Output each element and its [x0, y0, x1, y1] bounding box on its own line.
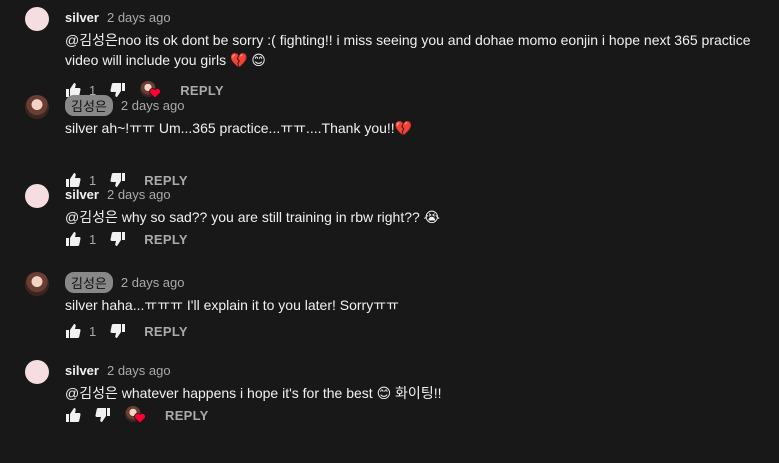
comment-header: 김성은 2 days ago — [65, 94, 185, 116]
comment-thread-item: silver 2 days ago @김성은noo its ok dont be… — [0, 0, 779, 99]
reply-button[interactable]: REPLY — [144, 232, 188, 247]
thumbs-down-icon[interactable] — [110, 323, 126, 339]
comment-thread-item: silver 2 days ago @김성은 why so sad?? you … — [0, 177, 779, 265]
reply-button[interactable]: REPLY — [165, 408, 209, 423]
comment-text: silver haha...ㅠㅠㅠ I'll explain it to you… — [65, 297, 399, 313]
comment-text: @김성은 why so sad?? you are still training… — [65, 209, 441, 225]
comment-text: @김성은 whatever happens i hope it's for th… — [65, 385, 442, 401]
author-name[interactable]: silver — [65, 187, 99, 202]
comment-header: 김성은 2 days ago — [65, 271, 185, 293]
timestamp[interactable]: 2 days ago — [121, 98, 185, 113]
like-count: 1 — [89, 323, 97, 339]
like-count: 1 — [89, 231, 97, 247]
comment-actions: 1 REPLY — [65, 323, 188, 339]
author-name[interactable]: 김성은 — [65, 94, 113, 116]
thumbs-down-icon[interactable] — [95, 407, 111, 423]
thumbs-up-icon[interactable] — [65, 407, 81, 423]
avatar[interactable] — [25, 184, 49, 208]
comment-actions: 1 REPLY — [65, 231, 188, 247]
comment-text: @김성은noo its ok dont be sorry :( fighting… — [65, 32, 751, 68]
author-name[interactable]: silver — [65, 363, 99, 378]
timestamp[interactable]: 2 days ago — [107, 363, 171, 378]
timestamp[interactable]: 2 days ago — [107, 10, 171, 25]
avatar[interactable] — [25, 360, 49, 384]
comment-thread-item: 김성은 2 days ago silver haha...ㅠㅠㅠ I'll ex… — [0, 265, 779, 353]
comment-thread-item: silver 2 days ago @김성은 whatever happens … — [0, 353, 779, 441]
comment-thread-item: 김성은 2 days ago silver ah~!ㅠㅠ Um...365 pr… — [0, 88, 779, 188]
avatar[interactable] — [25, 272, 49, 296]
reply-button[interactable]: REPLY — [144, 324, 188, 339]
thumbs-down-icon[interactable] — [110, 231, 126, 247]
creator-heart-badge — [125, 406, 147, 424]
thumbs-up-icon[interactable] — [65, 231, 81, 247]
comment-header: silver 2 days ago — [65, 186, 171, 202]
comment-text: silver ah~!ㅠㅠ Um...365 practice...ㅠㅠ....… — [65, 120, 413, 136]
timestamp[interactable]: 2 days ago — [121, 275, 185, 290]
comment-header: silver 2 days ago — [65, 362, 171, 378]
author-name[interactable]: 김성은 — [65, 271, 113, 293]
creator-heart-icon — [134, 413, 146, 424]
avatar[interactable] — [25, 95, 49, 119]
timestamp[interactable]: 2 days ago — [107, 187, 171, 202]
author-name[interactable]: silver — [65, 10, 99, 25]
thumbs-up-icon[interactable] — [65, 323, 81, 339]
avatar[interactable] — [25, 7, 49, 31]
comment-actions: REPLY — [65, 406, 209, 424]
comment-header: silver 2 days ago — [65, 9, 171, 25]
